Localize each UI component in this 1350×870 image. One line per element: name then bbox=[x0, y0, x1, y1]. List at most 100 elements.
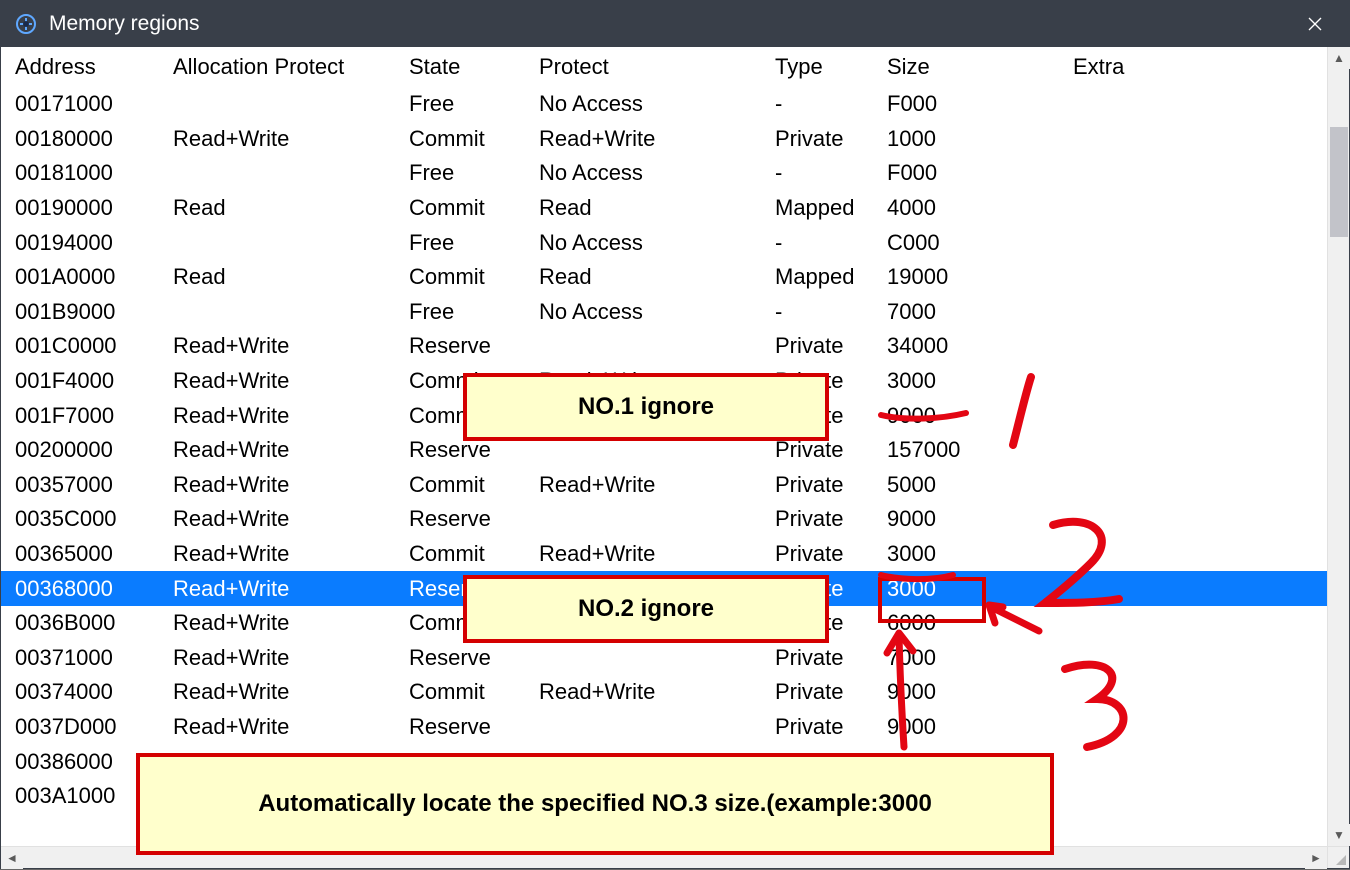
cell-state: Commit bbox=[405, 679, 535, 705]
cell-alloc: Read bbox=[169, 264, 405, 290]
cell-type: Private bbox=[771, 333, 883, 359]
cell-address: 00194000 bbox=[1, 230, 169, 256]
vertical-scrollbar[interactable]: ▲ ▼ bbox=[1327, 47, 1349, 846]
cell-protect: No Access bbox=[535, 230, 771, 256]
cell-size: 7000 bbox=[883, 645, 1069, 671]
cell-size: 19000 bbox=[883, 264, 1069, 290]
cell-alloc: Read+Write bbox=[169, 576, 405, 602]
cell-size: F000 bbox=[883, 160, 1069, 186]
cell-address: 001C0000 bbox=[1, 333, 169, 359]
cell-address: 00374000 bbox=[1, 679, 169, 705]
cell-address: 00171000 bbox=[1, 91, 169, 117]
cell-type: - bbox=[771, 299, 883, 325]
cell-address: 00357000 bbox=[1, 472, 169, 498]
col-state[interactable]: State bbox=[405, 54, 535, 80]
table-row[interactable]: 00365000Read+WriteCommitRead+WritePrivat… bbox=[1, 537, 1327, 572]
cell-type: Private bbox=[771, 472, 883, 498]
col-type[interactable]: Type bbox=[771, 54, 883, 80]
cell-address: 00180000 bbox=[1, 126, 169, 152]
col-size[interactable]: Size bbox=[883, 54, 1069, 80]
cell-type: Private bbox=[771, 126, 883, 152]
cell-alloc: Read bbox=[169, 195, 405, 221]
cell-address: 00371000 bbox=[1, 645, 169, 671]
col-extra[interactable]: Extra bbox=[1069, 54, 1327, 80]
cell-protect: No Access bbox=[535, 160, 771, 186]
cell-protect: Read+Write bbox=[535, 679, 771, 705]
cell-protect: Read+Write bbox=[535, 126, 771, 152]
table-row[interactable]: 00194000FreeNo Access-C000 bbox=[1, 225, 1327, 260]
scroll-up-icon[interactable]: ▲ bbox=[1328, 47, 1350, 69]
cell-address: 00181000 bbox=[1, 160, 169, 186]
scroll-thumb[interactable] bbox=[1330, 127, 1348, 237]
cell-address: 001F4000 bbox=[1, 368, 169, 394]
cell-address: 00190000 bbox=[1, 195, 169, 221]
close-button[interactable] bbox=[1293, 1, 1337, 47]
client-area: Address Allocation Protect State Protect… bbox=[1, 47, 1349, 868]
table-row[interactable]: 00371000Read+WriteReservePrivate7000 bbox=[1, 641, 1327, 676]
col-alloc-protect[interactable]: Allocation Protect bbox=[169, 54, 405, 80]
col-protect[interactable]: Protect bbox=[535, 54, 771, 80]
cell-size: 3000 bbox=[883, 368, 1069, 394]
memory-table-viewport[interactable]: Address Allocation Protect State Protect… bbox=[1, 47, 1327, 846]
cell-address: 0035C000 bbox=[1, 506, 169, 532]
cell-state: Commit bbox=[405, 126, 535, 152]
cell-type: Private bbox=[771, 714, 883, 740]
cell-size: 5000 bbox=[883, 472, 1069, 498]
cell-state: Commit bbox=[405, 195, 535, 221]
cell-alloc: Read+Write bbox=[169, 368, 405, 394]
cell-size: 7000 bbox=[883, 299, 1069, 325]
cell-state: Free bbox=[405, 230, 535, 256]
cell-type: Private bbox=[771, 437, 883, 463]
table-row[interactable]: 00181000FreeNo Access-F000 bbox=[1, 156, 1327, 191]
resize-grip-icon[interactable] bbox=[1327, 846, 1349, 868]
cell-size: 9000 bbox=[883, 403, 1069, 429]
cell-alloc: Read+Write bbox=[169, 333, 405, 359]
cell-state: Reserve bbox=[405, 645, 535, 671]
table-row[interactable]: 00190000ReadCommitReadMapped4000 bbox=[1, 191, 1327, 226]
table-row[interactable]: 00171000FreeNo Access-F000 bbox=[1, 87, 1327, 122]
table-row[interactable]: 001C0000Read+WriteReservePrivate34000 bbox=[1, 329, 1327, 364]
table-row[interactable]: 0035C000Read+WriteReservePrivate9000 bbox=[1, 502, 1327, 537]
cell-state: Reserve bbox=[405, 506, 535, 532]
cell-state: Commit bbox=[405, 541, 535, 567]
cell-alloc: Read+Write bbox=[169, 126, 405, 152]
scroll-left-icon[interactable]: ◄ bbox=[1, 847, 23, 869]
cell-protect: No Access bbox=[535, 299, 771, 325]
cell-protect: No Access bbox=[535, 91, 771, 117]
cell-size: 1000 bbox=[883, 126, 1069, 152]
cell-address: 00368000 bbox=[1, 576, 169, 602]
cell-type: Private bbox=[771, 679, 883, 705]
cell-type: Private bbox=[771, 541, 883, 567]
cell-type: Private bbox=[771, 645, 883, 671]
annotation-highlight-size bbox=[878, 577, 986, 623]
cell-alloc: Read+Write bbox=[169, 506, 405, 532]
cell-address: 00365000 bbox=[1, 541, 169, 567]
cell-size: 9000 bbox=[883, 506, 1069, 532]
cell-type: - bbox=[771, 230, 883, 256]
cell-state: Commit bbox=[405, 264, 535, 290]
table-row[interactable]: 00357000Read+WriteCommitRead+WritePrivat… bbox=[1, 468, 1327, 503]
window-titlebar[interactable]: Memory regions bbox=[1, 1, 1349, 47]
col-address[interactable]: Address bbox=[1, 54, 169, 80]
table-row[interactable]: 00374000Read+WriteCommitRead+WritePrivat… bbox=[1, 675, 1327, 710]
table-row[interactable]: 00180000Read+WriteCommitRead+WritePrivat… bbox=[1, 122, 1327, 157]
annotation-box-1: NO.1 ignore bbox=[463, 373, 829, 441]
cell-state: Reserve bbox=[405, 437, 535, 463]
app-icon bbox=[13, 11, 39, 37]
cell-type: - bbox=[771, 91, 883, 117]
table-row[interactable]: 0037D000Read+WriteReservePrivate9000 bbox=[1, 710, 1327, 745]
scroll-down-icon[interactable]: ▼ bbox=[1328, 824, 1350, 846]
annotation-box-3: Automatically locate the specified NO.3 … bbox=[136, 753, 1054, 855]
cell-address: 0037D000 bbox=[1, 714, 169, 740]
table-row[interactable]: 001B9000FreeNo Access-7000 bbox=[1, 295, 1327, 330]
cell-size: 4000 bbox=[883, 195, 1069, 221]
table-row[interactable]: 001A0000ReadCommitReadMapped19000 bbox=[1, 260, 1327, 295]
cell-size: 34000 bbox=[883, 333, 1069, 359]
cell-state: Free bbox=[405, 91, 535, 117]
cell-alloc: Read+Write bbox=[169, 472, 405, 498]
cell-protect: Read+Write bbox=[535, 472, 771, 498]
column-headers[interactable]: Address Allocation Protect State Protect… bbox=[1, 47, 1327, 87]
cell-state: Commit bbox=[405, 472, 535, 498]
cell-alloc: Read+Write bbox=[169, 541, 405, 567]
scroll-right-icon[interactable]: ► bbox=[1305, 847, 1327, 869]
